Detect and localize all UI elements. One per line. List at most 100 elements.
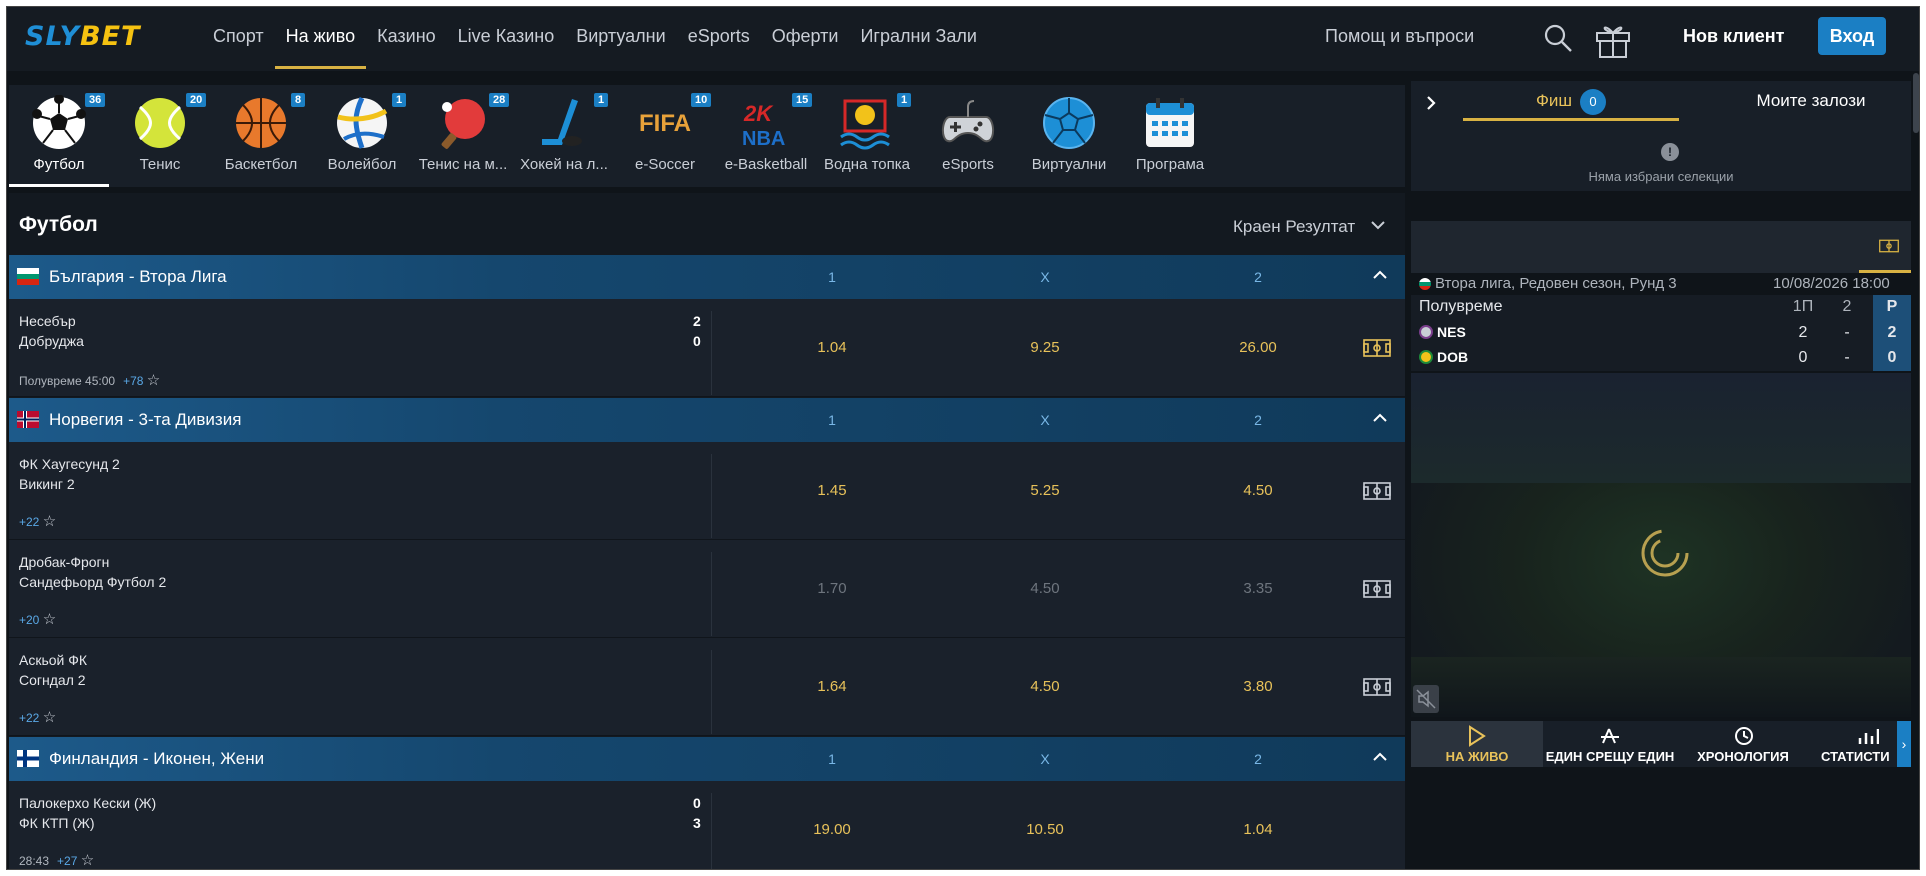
help-link[interactable]: Помощ и въпроси: [1325, 7, 1474, 65]
odd-x[interactable]: 9.25: [1005, 339, 1085, 356]
chevron-right-icon[interactable]: [1425, 95, 1437, 111]
league-header[interactable]: Норвегия - 3-та Дивизия 1 X 2: [9, 398, 1405, 442]
col-2-header: 2: [1254, 751, 1262, 767]
odd-x[interactable]: 4.50: [1005, 678, 1085, 695]
sport-water-polo[interactable]: 1 Водна топка: [817, 85, 917, 187]
match-row[interactable]: Дробак-Фрогн Сандефьорд Футбол 2 +20 ☆ 1…: [9, 540, 1405, 638]
odd-2[interactable]: 4.50: [1218, 482, 1298, 499]
new-client-link[interactable]: Нов клиент: [1683, 7, 1785, 65]
nav-offers[interactable]: Оферти: [761, 7, 850, 71]
match-row[interactable]: Палокерхо Кески (Ж) ФК КТП (Ж) 0 3 28:43…: [9, 781, 1405, 869]
league-header[interactable]: България - Втора Лига 1 X 2: [9, 255, 1405, 299]
chevron-right-icon[interactable]: ›: [1897, 721, 1911, 767]
match-row[interactable]: Несебър Добруджа 2 0 Полувреме 45:00 +78 …: [9, 299, 1405, 397]
market-selector[interactable]: Краен Резултат: [1233, 217, 1355, 237]
loading-spinner-icon: [1641, 529, 1689, 577]
tab-head-to-head[interactable]: ЕДИН СРЕЩУ ЕДИН: [1543, 721, 1677, 767]
sport-label: e-Basketball: [724, 156, 808, 173]
pitch-tracker-icon[interactable]: [1363, 678, 1391, 696]
favorite-star-icon[interactable]: ☆: [81, 852, 94, 869]
odd-2[interactable]: 1.04: [1218, 821, 1298, 838]
match-row[interactable]: Аскьой ФК Согндал 2 +22 ☆ 1.64 4.50 3.80: [9, 638, 1405, 736]
tab-timeline[interactable]: ХРОНОЛОГИЯ: [1677, 721, 1809, 767]
pitch-tracker-icon[interactable]: [1879, 239, 1899, 253]
tab-bet-slip[interactable]: Фиш 0: [1463, 81, 1679, 121]
tab-live[interactable]: НА ЖИВО: [1411, 721, 1543, 767]
favorite-star-icon[interactable]: ☆: [147, 372, 160, 389]
col-1-header: 1: [828, 269, 836, 285]
tab-my-bets[interactable]: Моите залози: [1731, 81, 1891, 121]
odd-x[interactable]: 10.50: [1005, 821, 1085, 838]
home-score-1h: 2: [1798, 324, 1808, 341]
league-round: Втора лига, Редовен сезон, Рунд 3: [1435, 275, 1677, 292]
sport-table-tennis[interactable]: 28 Тенис на м...: [413, 85, 513, 187]
sport-virtual[interactable]: Виртуални: [1019, 85, 1119, 187]
chevron-up-icon[interactable]: [1373, 270, 1387, 280]
odd-x[interactable]: 5.25: [1005, 482, 1085, 499]
scoreboard: Полувреме 1П 2 Р NES 2 - 2 DOB 0 - 0: [1411, 295, 1911, 371]
chevron-up-icon[interactable]: [1373, 752, 1387, 762]
header-second-half: 2: [1842, 298, 1852, 315]
league-header[interactable]: Финландия - Иконен, Жени 1 X 2: [9, 737, 1405, 781]
home-score: 2: [693, 313, 701, 329]
tab-statistics[interactable]: СТАТИСТИ: [1809, 721, 1911, 767]
more-markets-link[interactable]: +22: [19, 711, 39, 725]
odd-1[interactable]: 1.04: [792, 339, 872, 356]
pitch-tracker-icon[interactable]: [1363, 339, 1391, 357]
pitch-tracker-icon[interactable]: [1363, 580, 1391, 598]
odd-1[interactable]: 1.45: [792, 482, 872, 499]
sport-label: eSports: [942, 156, 994, 173]
away-score-total: 0: [1887, 349, 1897, 366]
odd-2[interactable]: 3.80: [1218, 678, 1298, 695]
sport-schedule[interactable]: Програма: [1120, 85, 1220, 187]
pitch-tracker-icon[interactable]: [1363, 482, 1391, 500]
odd-2[interactable]: 26.00: [1218, 339, 1298, 356]
divider: [711, 650, 712, 734]
nav-live-casino[interactable]: Live Казино: [447, 7, 566, 71]
nav-live[interactable]: На живо: [274, 7, 367, 69]
favorite-star-icon[interactable]: ☆: [43, 611, 56, 628]
sport-football[interactable]: 36 Футбол: [9, 85, 109, 187]
gift-icon[interactable]: [1593, 19, 1633, 59]
sport-esports[interactable]: eSports: [918, 85, 1018, 187]
sport-volleyball[interactable]: 1 Волейбол: [312, 85, 412, 187]
chevron-down-icon[interactable]: [1371, 220, 1385, 230]
stadium-foreground: [1411, 657, 1911, 717]
sport-basketball[interactable]: 8 Баскетбол: [211, 85, 311, 187]
favorite-star-icon[interactable]: ☆: [43, 513, 56, 530]
sport-label: Тенис: [139, 156, 181, 173]
nav-virtual[interactable]: Виртуални: [565, 7, 676, 71]
more-markets-link[interactable]: +22: [19, 515, 39, 529]
odd-2: 3.35: [1243, 580, 1273, 597]
more-markets-link[interactable]: +20: [19, 613, 39, 627]
league-name: Финландия - Иконен, Жени: [49, 749, 265, 768]
odd-1[interactable]: 1.64: [792, 678, 872, 695]
sport-e-basketball[interactable]: 2K NBA 15 e-Basketball: [716, 85, 816, 187]
nav-halls[interactable]: Игрални Зали: [849, 7, 987, 71]
tracker-header: [1411, 221, 1911, 273]
page-title: Футбол: [19, 213, 98, 236]
favorite-star-icon[interactable]: ☆: [43, 709, 56, 726]
sport-count: 8: [291, 93, 306, 107]
home-team: Палокерхо Кески (Ж): [19, 795, 157, 811]
more-markets-link[interactable]: +27: [57, 854, 77, 868]
home-score-2h: -: [1844, 324, 1850, 341]
slybet-logo[interactable]: SLYBET: [25, 21, 140, 52]
odd-1[interactable]: 19.00: [792, 821, 872, 838]
scrollbar[interactable]: [1913, 73, 1919, 133]
mute-icon[interactable]: [1413, 685, 1439, 713]
sport-label: Програма: [1135, 156, 1205, 173]
search-icon[interactable]: [1543, 23, 1573, 53]
match-row[interactable]: ФК Хаугесунд 2 Викинг 2 +22 ☆ 1.45 5.25 …: [9, 442, 1405, 540]
nav-casino[interactable]: Казино: [366, 7, 447, 71]
nav-esports[interactable]: eSports: [677, 7, 761, 71]
nav-sport[interactable]: Спорт: [202, 7, 275, 71]
period-label: Полувреме: [1419, 298, 1503, 315]
sport-ice-hockey[interactable]: 1 Хокей на л...: [514, 85, 614, 187]
sport-e-soccer[interactable]: FIFA 10 e-Soccer: [615, 85, 715, 187]
more-markets-link[interactable]: +78: [123, 374, 143, 388]
chevron-up-icon[interactable]: [1373, 413, 1387, 423]
col-1-header: 1: [828, 412, 836, 428]
sport-tennis[interactable]: 20 Тенис: [110, 85, 210, 187]
login-button[interactable]: Вход: [1818, 17, 1886, 55]
